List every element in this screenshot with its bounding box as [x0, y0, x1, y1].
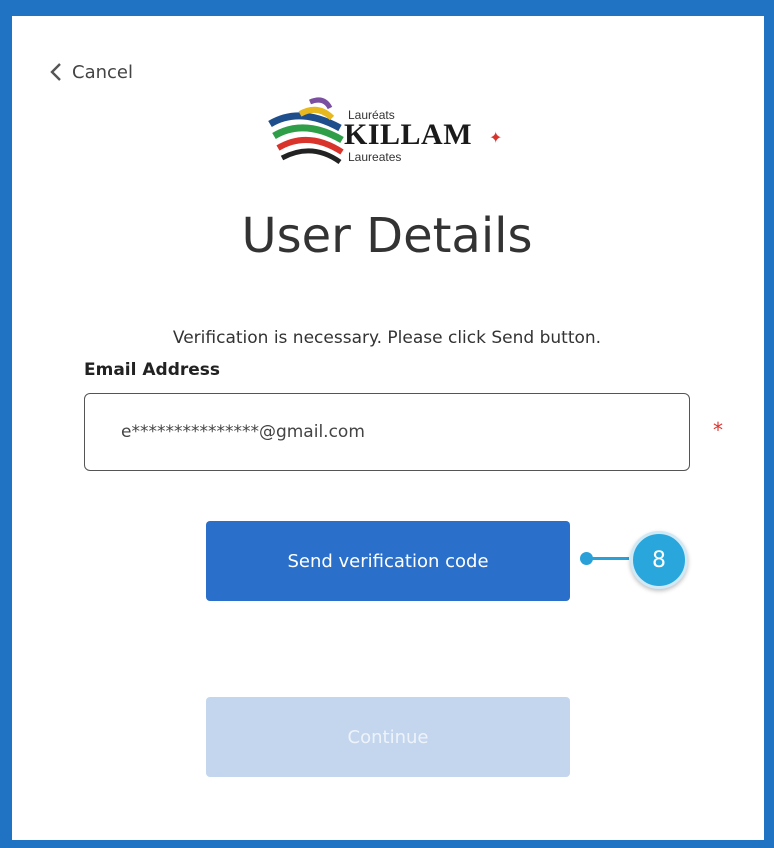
killam-logo: Lauréats KILLAM ✦ Laureates: [260, 84, 516, 176]
send-verification-code-button[interactable]: Send verification code: [206, 521, 570, 601]
page-title: User Details: [241, 208, 533, 264]
maple-leaf-icon: ✦: [489, 128, 503, 147]
step-callout-badge: 8: [630, 531, 688, 589]
cancel-button[interactable]: Cancel: [50, 58, 133, 86]
email-label: Email Address: [84, 360, 221, 380]
chevron-left-icon: [50, 62, 62, 82]
cancel-label: Cancel: [72, 61, 133, 83]
required-indicator: *: [713, 418, 723, 442]
continue-button[interactable]: Continue: [206, 697, 570, 777]
logo-main-text: KILLAM: [344, 118, 473, 151]
logo-emblem-icon: [268, 97, 344, 165]
verification-message: Verification is necessary. Please click …: [172, 328, 602, 348]
logo-bottom-text: Laureates: [348, 150, 402, 164]
email-field[interactable]: [84, 393, 690, 471]
callout-line: [585, 557, 629, 560]
